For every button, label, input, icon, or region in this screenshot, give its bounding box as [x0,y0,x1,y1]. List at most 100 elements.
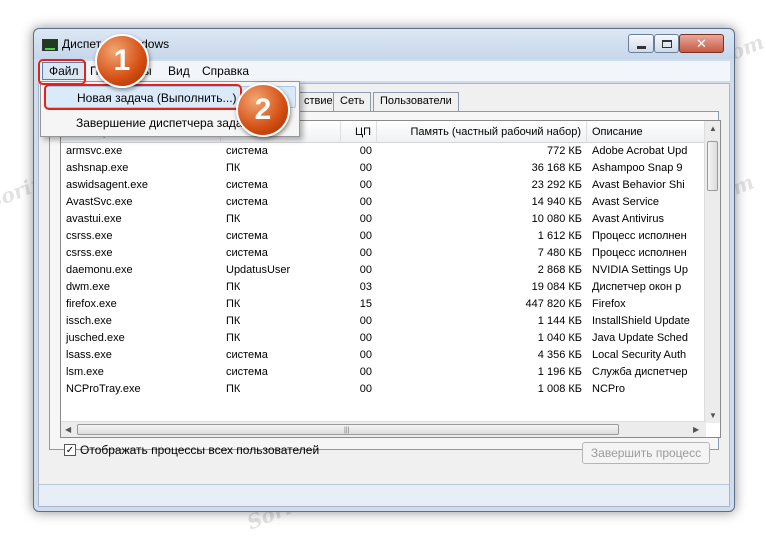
process-name-cell: NCProTray.exe [66,383,141,395]
user-cell: ПК [226,162,241,174]
menu-help[interactable]: Справка [202,64,249,78]
table-row[interactable]: aswidsagent.exe система 00 23 292 КБ Avast B… [61,177,706,194]
close-icon: ✕ [696,35,707,51]
description-cell: Local Security Auth [592,349,687,361]
checkbox-box[interactable]: ✓ [64,444,76,456]
table-row[interactable]: ashsnap.exe ПК 00 36 168 КБ Ashampoo Snap 9 [61,160,706,177]
cpu-cell: 03 [359,281,372,293]
menu-view[interactable]: Вид [168,64,190,78]
process-name-cell: dwm.exe [66,281,111,293]
table-row[interactable]: NCProTray.exe ПК 00 1 008 КБ NCPro [61,381,706,398]
minimize-button[interactable] [628,34,654,53]
user-cell: ПК [226,281,241,293]
user-cell: система [226,366,268,378]
memory-cell: 1 612 КБ [537,230,582,242]
description-cell: Процесс исполнен [592,247,687,259]
horizontal-scrollbar[interactable]: ◀ ||| ▶ [61,421,706,437]
description-cell: Avast Antivirus [592,213,664,225]
process-name-cell: issch.exe [66,315,112,327]
end-process-button[interactable]: Завершить процесс [582,442,710,464]
process-name-cell: armsvc.exe [66,145,123,157]
step-badge-1: 1 [95,34,149,88]
processes-panel: Имя образа Пользователь ЦП Память (частн… [49,111,721,464]
cpu-cell: 00 [359,247,372,259]
process-name-cell: firefox.exe [66,298,117,310]
callout-highlight-new-task [44,84,242,110]
cpu-cell: 00 [359,196,372,208]
memory-cell: 772 КБ [546,145,582,157]
cpu-cell: 00 [359,230,372,242]
vertical-scroll-thumb[interactable] [707,141,718,191]
process-name-cell: csrss.exe [66,247,113,259]
process-name-cell: lsass.exe [66,349,112,361]
scroll-up-icon[interactable]: ▲ [709,124,717,133]
scroll-down-icon[interactable]: ▼ [709,411,717,420]
table-row[interactable]: AvastSvc.exe система 00 14 940 КБ Avast Serv… [61,194,706,211]
memory-cell: 2 868 КБ [537,264,582,276]
memory-cell: 14 940 КБ [531,196,582,208]
table-row[interactable]: firefox.exe ПК 15 447 820 КБ Firefox [61,296,706,313]
user-cell: система [226,247,268,259]
maximize-icon [661,39,672,48]
process-name-cell: csrss.exe [66,230,113,242]
table-row[interactable]: daemonu.exe UpdatusUser 00 2 868 КБ NVIDIA S… [61,262,706,279]
table-row[interactable]: jusched.exe ПК 00 1 040 КБ Java Update Sched [61,330,706,347]
cpu-cell: 00 [359,332,372,344]
user-cell: ПК [226,383,241,395]
description-cell: Avast Behavior Shi [592,179,685,191]
description-cell: NVIDIA Settings Up [592,264,688,276]
table-row[interactable]: avastui.exe ПК 00 10 080 КБ Avast Antivirus [61,211,706,228]
memory-cell: 447 820 КБ [525,298,582,310]
scroll-left-icon[interactable]: ◀ [65,425,71,434]
process-name-cell: daemonu.exe [66,264,133,276]
cpu-cell: 00 [359,264,372,276]
description-cell: Служба диспетчер [592,366,688,378]
user-cell: система [226,196,268,208]
status-bar [39,484,729,506]
table-row[interactable]: lsass.exe система 00 4 356 КБ Local Security… [61,347,706,364]
task-manager-icon [42,39,58,51]
column-header-description[interactable]: Описание [587,121,706,143]
process-name-cell: lsm.exe [66,366,104,378]
user-cell: система [226,145,268,157]
process-list[interactable]: Имя образа Пользователь ЦП Память (частн… [60,120,721,438]
description-cell: Firefox [592,298,626,310]
description-cell: Adobe Acrobat Upd [592,145,688,157]
user-cell: ПК [226,315,241,327]
scroll-right-icon[interactable]: ▶ [693,425,699,434]
user-cell: система [226,230,268,242]
table-row[interactable]: csrss.exe система 00 7 480 КБ Процесс исполн… [61,245,706,262]
memory-cell: 4 356 КБ [537,349,582,361]
memory-cell: 1 008 КБ [537,383,582,395]
tab-users[interactable]: Пользователи [373,92,459,111]
column-header-memory[interactable]: Память (частный рабочий набор) [377,121,587,143]
description-cell: NCPro [592,383,626,395]
horizontal-scroll-thumb[interactable]: ||| [77,424,619,435]
table-row[interactable]: dwm.exe ПК 03 19 084 КБ Диспетчер окон р [61,279,706,296]
close-button[interactable]: ✕ [679,34,724,53]
table-row[interactable]: lsm.exe система 00 1 196 КБ Служба диспетчер [61,364,706,381]
description-cell: InstallShield Update [592,315,690,327]
tab-network[interactable]: Сеть [333,92,372,111]
process-name-cell: AvastSvc.exe [66,196,133,208]
process-name-cell: jusched.exe [66,332,125,344]
user-cell: ПК [226,298,241,310]
cpu-cell: 00 [359,179,372,191]
grip-icon: ||| [344,427,350,434]
show-all-processes-checkbox[interactable]: ✓ Отображать процессы всех пользователей [64,443,319,457]
cpu-cell: 00 [359,349,372,361]
column-header-cpu[interactable]: ЦП [341,121,377,143]
maximize-button[interactable] [654,34,679,53]
description-cell: Ashampoo Snap 9 [592,162,683,174]
cpu-cell: 00 [359,383,372,395]
description-cell: Диспетчер окон р [592,281,682,293]
process-name-cell: ashsnap.exe [66,162,129,174]
memory-cell: 1 196 КБ [537,366,582,378]
table-row[interactable]: csrss.exe система 00 1 612 КБ Процесс исполн… [61,228,706,245]
user-cell: система [226,349,268,361]
vertical-scrollbar[interactable]: ▲ ▼ [704,121,720,423]
table-row[interactable]: armsvc.exe система 00 772 КБ Adobe Acrobat U… [61,143,706,160]
table-row[interactable]: issch.exe ПК 00 1 144 КБ InstallShield Updat… [61,313,706,330]
user-cell: ПК [226,332,241,344]
memory-cell: 19 084 КБ [531,281,582,293]
